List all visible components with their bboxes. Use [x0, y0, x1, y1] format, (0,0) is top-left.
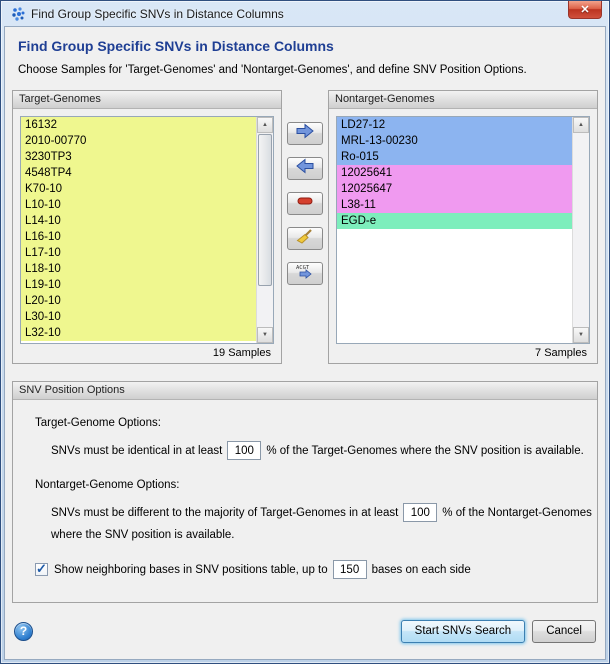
list-item[interactable]: L32-10 — [21, 325, 256, 341]
start-snvs-search-button[interactable]: Start SNVs Search — [401, 620, 526, 643]
list-item[interactable]: MRL-13-00230 — [337, 133, 572, 149]
list-item[interactable]: L30-10 — [21, 309, 256, 325]
nontarget-options-label: Nontarget-Genome Options: — [35, 479, 585, 491]
nontarget-different-text-line2: where the SNV position is available. — [51, 529, 585, 541]
broom-icon — [296, 228, 314, 249]
remove-icon — [296, 193, 314, 214]
list-item[interactable]: Ro-015 — [337, 149, 572, 165]
app-icon — [10, 6, 26, 22]
sample-count-label: 7 Samples — [329, 344, 597, 363]
target-identical-text-before: SNVs must be identical in at least — [51, 445, 222, 457]
nontarget-different-row: SNVs must be different to the majority o… — [51, 503, 585, 522]
dialog-window: Find Group Specific SNVs in Distance Col… — [0, 0, 610, 664]
scroll-down-button[interactable]: ▼ — [257, 327, 273, 343]
scroll-down-icon: ▼ — [578, 332, 584, 338]
target-genomes-list[interactable]: 161322010-007703230TP34548TP4K70-10L10-1… — [21, 117, 256, 343]
neighbor-bases-text-after: bases on each side — [372, 564, 471, 576]
acgt-column-button[interactable]: ACGT — [287, 262, 323, 285]
nontarget-list-scrollbar[interactable]: ▲ ▼ — [572, 117, 589, 343]
scroll-up-button[interactable]: ▲ — [573, 117, 589, 133]
nontarget-different-text-before: SNVs must be different to the majority o… — [51, 507, 398, 519]
nontarget-genomes-list[interactable]: LD27-12MRL-13-00230Ro-015120256411202564… — [337, 117, 572, 343]
target-percent-input[interactable] — [227, 441, 261, 460]
snv-position-options-title: SNV Position Options — [13, 382, 597, 400]
scrollbar-thumb[interactable] — [258, 134, 272, 286]
arrow-right-icon — [295, 123, 315, 144]
page-title: Find Group Specific SNVs in Distance Col… — [18, 38, 595, 54]
page-subtitle: Choose Samples for 'Target-Genomes' and … — [18, 64, 595, 76]
target-genomes-list-frame: 161322010-007703230TP34548TP4K70-10L10-1… — [20, 116, 274, 344]
move-right-button[interactable] — [287, 122, 323, 145]
target-identical-text-after: % of the Target-Genomes where the SNV po… — [266, 445, 584, 457]
list-item[interactable]: K70-10 — [21, 181, 256, 197]
svg-text:ACGT: ACGT — [296, 265, 310, 271]
list-item[interactable]: EGD-e — [337, 213, 572, 229]
neighbor-bases-input[interactable] — [333, 560, 367, 579]
close-icon: ✕ — [580, 3, 589, 16]
nontarget-genomes-list-frame: LD27-12MRL-13-00230Ro-015120256411202564… — [336, 116, 590, 344]
list-item[interactable]: L17-10 — [21, 245, 256, 261]
window-title: Find Group Specific SNVs in Distance Col… — [31, 7, 284, 21]
list-item[interactable]: L38-11 — [337, 197, 572, 213]
list-item[interactable]: 3230TP3 — [21, 149, 256, 165]
help-button[interactable]: ? — [14, 622, 33, 641]
dialog-header: Find Group Specific SNVs in Distance Col… — [5, 27, 605, 76]
transfer-buttons: ACGT — [282, 90, 328, 364]
snv-position-options-content: Target-Genome Options: SNVs must be iden… — [13, 400, 597, 579]
neighbor-bases-row: ✓ Show neighboring bases in SNV position… — [35, 560, 585, 579]
list-item[interactable]: 12025641 — [337, 165, 572, 181]
dialog-body: Find Group Specific SNVs in Distance Col… — [4, 26, 606, 660]
acgt-icon: ACGT — [295, 263, 315, 284]
scroll-down-button[interactable]: ▼ — [573, 327, 589, 343]
list-item[interactable]: L10-10 — [21, 197, 256, 213]
list-item[interactable]: L20-10 — [21, 293, 256, 309]
target-options-label: Target-Genome Options: — [35, 417, 585, 429]
list-item[interactable]: L14-10 — [21, 213, 256, 229]
list-item[interactable]: LD27-12 — [337, 117, 572, 133]
clear-button[interactable] — [287, 227, 323, 250]
target-list-scrollbar[interactable]: ▲ ▼ — [256, 117, 273, 343]
list-item[interactable]: 16132 — [21, 117, 256, 133]
move-left-button[interactable] — [287, 157, 323, 180]
snv-position-options-panel: SNV Position Options Target-Genome Optio… — [12, 381, 598, 603]
nontarget-percent-input[interactable] — [403, 503, 437, 522]
titlebar[interactable]: Find Group Specific SNVs in Distance Col… — [4, 1, 606, 26]
list-item[interactable]: L16-10 — [21, 229, 256, 245]
nontarget-genomes-panel-title: Nontarget-Genomes — [329, 91, 597, 109]
scroll-up-icon: ▲ — [262, 122, 268, 128]
footer-buttons: Start SNVs Search Cancel — [401, 620, 596, 643]
list-item[interactable]: L18-10 — [21, 261, 256, 277]
list-item[interactable]: L19-10 — [21, 277, 256, 293]
target-genomes-panel-title: Target-Genomes — [13, 91, 281, 109]
dialog-footer: ? Start SNVs Search Cancel — [5, 603, 605, 659]
close-button[interactable]: ✕ — [568, 1, 602, 19]
sample-count-label: 19 Samples — [13, 344, 281, 363]
scroll-up-button[interactable]: ▲ — [257, 117, 273, 133]
help-icon: ? — [20, 624, 27, 638]
cancel-button[interactable]: Cancel — [532, 620, 596, 643]
scroll-down-icon: ▼ — [262, 332, 268, 338]
nontarget-genomes-panel: Nontarget-Genomes LD27-12MRL-13-00230Ro-… — [328, 90, 598, 364]
target-identical-row: SNVs must be identical in at least % of … — [51, 441, 585, 460]
neighbor-bases-text-before: Show neighboring bases in SNV positions … — [54, 564, 328, 576]
arrow-left-icon — [295, 158, 315, 179]
list-item[interactable]: 12025647 — [337, 181, 572, 197]
check-icon: ✓ — [36, 561, 47, 577]
list-item[interactable]: 4548TP4 — [21, 165, 256, 181]
scroll-up-icon: ▲ — [578, 122, 584, 128]
neighbor-bases-checkbox[interactable]: ✓ — [35, 563, 48, 576]
nontarget-different-text-after: % of the Nontarget-Genomes — [442, 507, 592, 519]
remove-button[interactable] — [287, 192, 323, 215]
target-genomes-panel: Target-Genomes 161322010-007703230TP3454… — [12, 90, 282, 364]
list-item[interactable]: 2010-00770 — [21, 133, 256, 149]
sample-lists-row: Target-Genomes 161322010-007703230TP3454… — [5, 90, 605, 364]
